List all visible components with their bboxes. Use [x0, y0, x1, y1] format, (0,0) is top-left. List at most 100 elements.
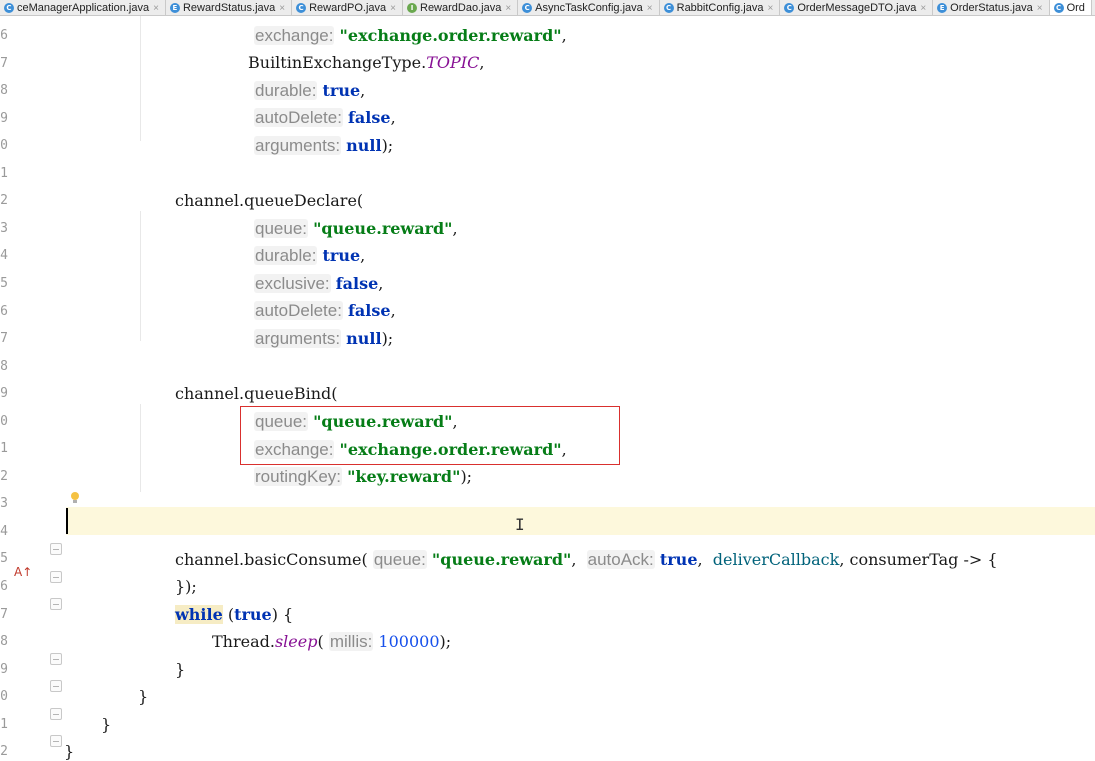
- line-number: 1: [0, 165, 8, 181]
- editor-tab[interactable]: C RewardPO.java ×: [292, 0, 403, 15]
- close-tab-icon[interactable]: ×: [505, 3, 511, 14]
- current-line-highlight: [66, 507, 1095, 535]
- code-line: }: [138, 687, 149, 706]
- line-number: 5: [0, 275, 8, 291]
- close-tab-icon[interactable]: ×: [767, 3, 773, 14]
- tab-label: Ord: [1066, 2, 1085, 14]
- tab-label: RewardDao.java: [420, 2, 502, 14]
- class-file-icon: C: [784, 3, 795, 13]
- class-file-icon: C: [1053, 3, 1064, 13]
- line-number: 1: [0, 441, 8, 457]
- line-number: 7: [0, 55, 8, 71]
- line-number: 2: [0, 744, 8, 760]
- tab-label: RabbitConfig.java: [676, 2, 764, 14]
- code-line: durable: true,: [254, 246, 366, 265]
- code-line: autoDelete: false,: [254, 301, 396, 320]
- editor-tab[interactable]: C Ord: [1049, 0, 1092, 15]
- editor-tab[interactable]: E RewardStatus.java ×: [166, 0, 293, 15]
- class-file-icon: C: [522, 3, 533, 13]
- code-line: arguments: null);: [254, 329, 394, 348]
- editor-tab-bar: CceManagerApplication.java × E RewardStatus…: [0, 0, 1095, 16]
- close-tab-icon[interactable]: ×: [647, 3, 653, 14]
- code-line: });: [175, 577, 197, 596]
- line-number: 0: [0, 138, 8, 154]
- editor-tab[interactable]: C OrderMessageDTO.java ×: [780, 0, 934, 15]
- line-number: 9: [0, 661, 8, 677]
- mouse-ibeam-cursor: I: [515, 515, 525, 534]
- line-number: 1: [0, 716, 8, 732]
- fold-toggle-icon[interactable]: [50, 680, 62, 692]
- line-number: 9: [0, 386, 8, 402]
- code-line: }: [64, 742, 75, 761]
- tab-label: OrderMessageDTO.java: [797, 2, 917, 14]
- line-number: 6: [0, 303, 8, 319]
- code-line: channel.queueBind(: [175, 384, 338, 403]
- tab-label: AsyncTaskConfig.java: [535, 2, 643, 14]
- code-line: while (true) {: [175, 605, 294, 624]
- tab-label: ceManagerApplication.java: [17, 2, 150, 14]
- code-line: BuiltinExchangeType.TOPIC,: [248, 53, 485, 72]
- indent-guide: [140, 16, 141, 141]
- code-line: durable: true,: [254, 81, 366, 100]
- line-number: 4: [0, 248, 8, 264]
- text-caret: [66, 508, 68, 534]
- close-tab-icon[interactable]: ×: [153, 3, 159, 14]
- close-tab-icon[interactable]: ×: [390, 3, 396, 14]
- code-line: Thread.sleep( millis: 100000);: [212, 632, 452, 651]
- editor-gutter: A↑ 6 7 8 9 0 1 2 3 4 5 6 7 8 9 0 1 2 3 4 5 6 7 8 9 0 1 2: [0, 16, 79, 761]
- enum-file-icon: E: [169, 3, 180, 13]
- line-number: 8: [0, 83, 8, 99]
- line-number: 6: [0, 579, 8, 594]
- code-line: autoDelete: false,: [254, 108, 396, 127]
- indent-guide: [140, 404, 141, 492]
- fold-toggle-icon[interactable]: [50, 735, 62, 747]
- editor-tab[interactable]: E OrderStatus.java ×: [933, 0, 1050, 15]
- close-tab-icon[interactable]: ×: [920, 3, 926, 14]
- fold-toggle-icon[interactable]: [50, 708, 62, 720]
- line-number: 0: [0, 413, 8, 429]
- enum-file-icon: E: [937, 3, 948, 13]
- code-editor[interactable]: exchange: "exchange.order.reward", Built…: [64, 16, 1095, 761]
- code-line: routingKey: "key.reward");: [254, 467, 473, 486]
- line-number: 7: [0, 606, 8, 622]
- code-line: channel.basicConsume( queue: "queue.rewa…: [175, 550, 998, 569]
- editor-tab[interactable]: C AsyncTaskConfig.java ×: [518, 0, 660, 15]
- line-number: 7: [0, 331, 8, 347]
- close-tab-icon[interactable]: ×: [279, 3, 285, 14]
- line-number: 5: [0, 551, 8, 567]
- code-line: }: [175, 660, 186, 679]
- close-tab-icon[interactable]: ×: [1037, 3, 1043, 14]
- class-file-icon: C: [663, 3, 674, 13]
- fold-toggle-icon[interactable]: [50, 571, 62, 583]
- line-number: 8: [0, 634, 8, 650]
- line-number: 8: [0, 358, 8, 374]
- fold-toggle-icon[interactable]: [50, 543, 62, 555]
- code-line: exclusive: false,: [254, 274, 384, 293]
- code-line: queue: "queue.reward",: [254, 219, 458, 238]
- code-line: }: [101, 715, 112, 734]
- line-number: 2: [0, 193, 8, 209]
- annotation-highlight-box: [240, 406, 620, 465]
- class-file-icon: C: [296, 3, 307, 13]
- fold-toggle-icon[interactable]: [50, 653, 62, 665]
- tab-label: RewardStatus.java: [182, 2, 276, 14]
- line-number: 0: [0, 689, 8, 705]
- code-line: exchange: "exchange.order.reward",: [254, 26, 567, 45]
- line-number: 3: [0, 496, 8, 512]
- indent-guide: [140, 211, 141, 341]
- line-number: 9: [0, 110, 8, 126]
- tab-label: OrderStatus.java: [950, 2, 1033, 14]
- line-number: 2: [0, 468, 8, 484]
- tab-label: RewardPO.java: [309, 2, 387, 14]
- fold-toggle-icon[interactable]: [50, 598, 62, 610]
- editor-tab[interactable]: C RabbitConfig.java ×: [660, 0, 781, 15]
- line-number: 3: [0, 220, 8, 236]
- line-number: 4: [0, 523, 8, 539]
- editor-tab[interactable]: CceManagerApplication.java ×: [0, 0, 166, 15]
- override-method-icon[interactable]: A↑: [14, 565, 32, 579]
- editor-tab[interactable]: I RewardDao.java ×: [403, 0, 519, 15]
- line-number: 6: [0, 28, 8, 43]
- interface-file-icon: I: [407, 3, 417, 13]
- code-line: arguments: null);: [254, 136, 394, 155]
- class-file-icon: C: [4, 3, 14, 13]
